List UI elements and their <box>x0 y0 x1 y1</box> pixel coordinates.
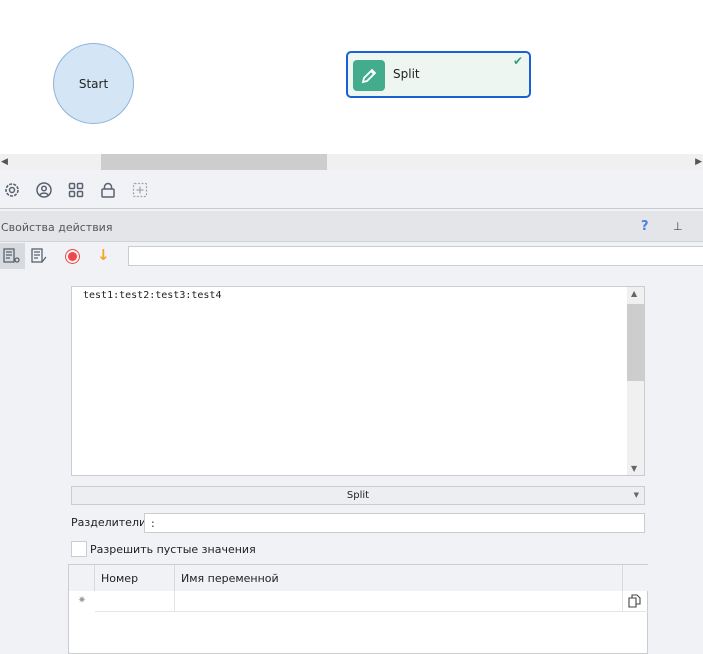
new-row-variable-cell[interactable] <box>175 591 623 612</box>
start-node-label: Start <box>78 76 109 91</box>
split-node-label: Split <box>393 67 420 81</box>
copy-icon[interactable] <box>623 591 648 612</box>
scroll-left-icon[interactable]: ◀ <box>1 157 8 167</box>
checkmark-icon: ✔ <box>512 54 523 68</box>
mode-dropdown[interactable]: Split ▼ <box>71 486 645 505</box>
variables-table: Номер Имя переменной ✷ <box>68 564 648 654</box>
gear-icon[interactable] <box>1 179 23 201</box>
lock-icon[interactable] <box>97 179 119 201</box>
new-row-marker: ✷ <box>77 595 87 606</box>
mode-value: Split <box>346 490 370 501</box>
properties-title: Свойства действия <box>1 221 113 234</box>
scroll-right-icon[interactable]: ▶ <box>695 157 702 167</box>
edit-description-icon[interactable] <box>31 248 49 267</box>
workflow-canvas[interactable]: Start Split ✔ <box>0 0 703 154</box>
row-header-column <box>69 565 95 591</box>
column-header-number[interactable]: Номер <box>95 565 175 591</box>
pencil-icon <box>353 60 385 91</box>
column-header-variable-name[interactable]: Имя переменной <box>175 565 623 591</box>
separators-label: Разделители <box>71 516 147 529</box>
new-row-number-cell[interactable] <box>95 591 175 612</box>
toolbar <box>0 170 703 209</box>
action-name-input[interactable] <box>128 246 703 266</box>
horizontal-scrollbar[interactable]: ◀ ▶ <box>0 154 703 170</box>
vertical-scrollbar[interactable]: ▲ ▼ <box>627 287 644 475</box>
arrow-down-icon[interactable]: ↓ <box>97 246 110 264</box>
start-node[interactable]: Start <box>53 43 134 124</box>
properties-view-icon[interactable] <box>0 243 25 269</box>
add-icon[interactable] <box>129 179 151 201</box>
grid-icon[interactable] <box>65 179 87 201</box>
text-input-area[interactable]: test1:test2:test3:test4 ▲ ▼ <box>71 286 645 476</box>
scroll-up-icon[interactable]: ▲ <box>631 289 637 298</box>
chevron-down-icon: ▼ <box>633 491 639 499</box>
record-icon[interactable] <box>65 249 80 264</box>
pin-icon[interactable]: ⊥ <box>673 220 683 233</box>
scroll-down-icon[interactable]: ▼ <box>631 464 637 473</box>
separators-input[interactable]: : <box>144 513 645 533</box>
allow-empty-checkbox[interactable] <box>71 541 87 557</box>
properties-header: Свойства действия ? ⊥ <box>0 211 703 242</box>
text-value: test1:test2:test3:test4 <box>83 290 222 301</box>
column-header-actions <box>623 565 648 591</box>
allow-empty-label: Разрешить пустые значения <box>90 543 256 556</box>
scrollbar-thumb[interactable] <box>101 154 327 170</box>
split-action-node[interactable]: Split ✔ <box>346 51 531 98</box>
scrollbar-thumb[interactable] <box>627 304 644 381</box>
help-icon[interactable]: ? <box>641 219 649 234</box>
user-icon[interactable] <box>33 179 55 201</box>
